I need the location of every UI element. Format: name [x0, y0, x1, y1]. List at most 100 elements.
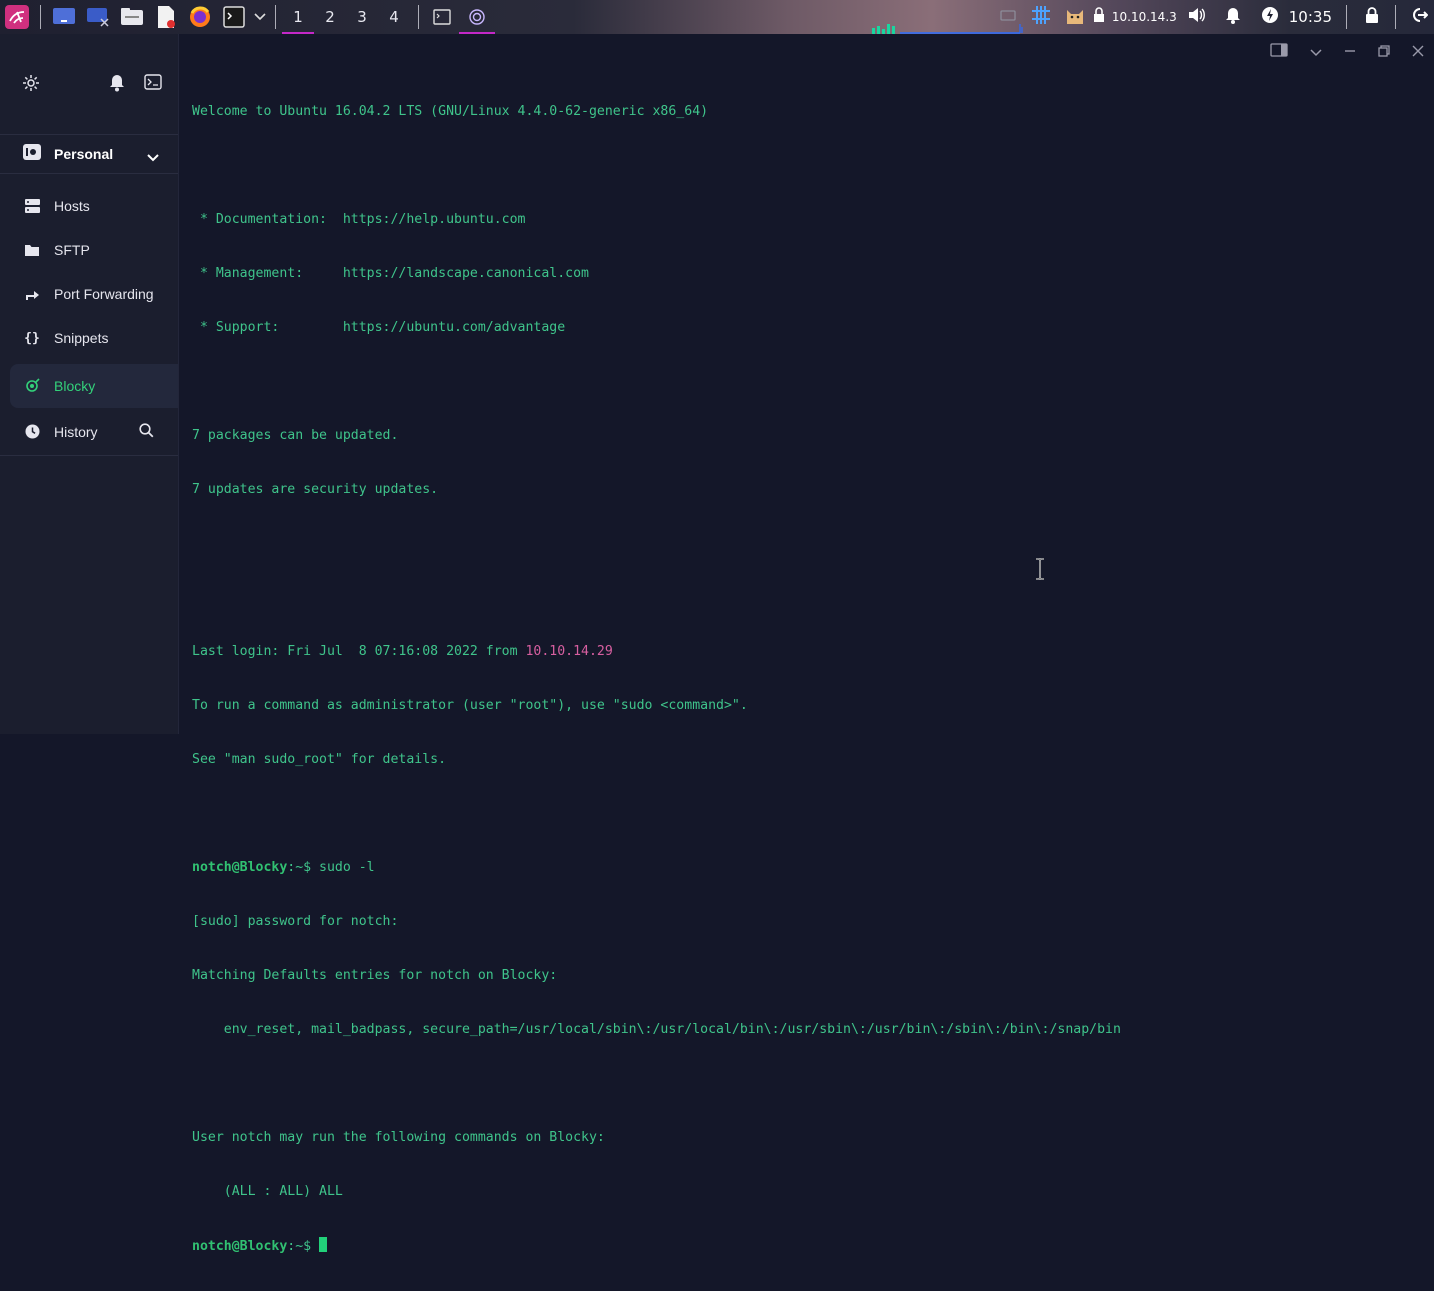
- volume-icon[interactable]: [1187, 7, 1205, 27]
- sidebar-item-hosts[interactable]: Hosts: [0, 184, 178, 228]
- sidebar-item-label: Snippets: [54, 330, 109, 346]
- panel-separator: [275, 5, 276, 29]
- termius-task-icon: [469, 9, 485, 25]
- sidebar-item-label: History: [54, 423, 98, 440]
- logout-icon[interactable]: [1410, 7, 1429, 27]
- terminal-line: User notch may run the following command…: [192, 1130, 605, 1145]
- workspace-4[interactable]: 4: [378, 0, 410, 34]
- vault-label: Personal: [54, 146, 114, 162]
- chevron-down-icon[interactable]: [1310, 42, 1322, 61]
- kali-menu-icon[interactable]: [4, 4, 30, 30]
- terminal-line: To run a command as administrator (user …: [192, 698, 748, 713]
- prompt-user-host: notch@Blocky: [192, 1239, 288, 1254]
- terminal-output[interactable]: Welcome to Ubuntu 16.04.2 LTS (GNU/Linux…: [192, 67, 1121, 1291]
- terminal-icon[interactable]: [144, 74, 162, 94]
- panel-separator: [1395, 5, 1396, 29]
- minimize-icon[interactable]: [1344, 42, 1356, 61]
- prompt-user-host: notch@Blocky: [192, 860, 288, 875]
- current-prompt-line[interactable]: notch@Blocky:~$: [192, 1237, 1121, 1255]
- terminal-line: * Management: https://landscape.canonica…: [192, 266, 589, 281]
- restore-icon[interactable]: [1378, 42, 1390, 61]
- hashtag-icon[interactable]: [1030, 4, 1052, 30]
- command-line: notch@Blocky:~$ sudo -l: [192, 859, 1121, 877]
- sidebar-item-sftp[interactable]: SFTP: [0, 228, 178, 272]
- gear-icon[interactable]: [22, 74, 40, 96]
- last-login-ip: 10.10.14.29: [525, 644, 613, 659]
- sidebar-item-label: Blocky: [54, 378, 96, 394]
- last-login-line: Last login: Fri Jul 8 07:16:08 2022 from…: [192, 643, 1121, 661]
- bell-icon[interactable]: [1225, 7, 1241, 28]
- split-view-icon[interactable]: [1270, 42, 1288, 61]
- system-tray: 10.10.14.3 10:35: [1000, 0, 1434, 34]
- workspace-3[interactable]: 3: [346, 0, 378, 34]
- port-forward-icon: [24, 286, 40, 302]
- sidebar-item-port-forwarding[interactable]: Port Forwarding: [0, 272, 178, 316]
- terminal-line: See "man sudo_root" for details.: [192, 752, 447, 767]
- lock-icon[interactable]: [1365, 6, 1379, 28]
- terminal-icon[interactable]: [221, 4, 247, 30]
- close-icon[interactable]: [1412, 42, 1424, 61]
- terminal-line: Welcome to Ubuntu 16.04.2 LTS (GNU/Linux…: [192, 104, 709, 119]
- desktop-icon[interactable]: [51, 4, 77, 30]
- clock[interactable]: 10:35: [1289, 8, 1332, 26]
- chevron-down-icon[interactable]: [146, 148, 160, 167]
- bell-icon[interactable]: [109, 74, 125, 96]
- vm-icon[interactable]: [85, 4, 111, 30]
- mouse-ibeam-cursor-icon: [1035, 558, 1045, 584]
- terminal-line: [sudo] password for notch:: [192, 914, 399, 929]
- sidebar-header: [0, 34, 178, 134]
- power-icon[interactable]: [1261, 6, 1279, 28]
- sidebar-item-snippets[interactable]: {} Snippets: [0, 316, 178, 360]
- firefox-icon[interactable]: [187, 4, 213, 30]
- sidebar-item-label: SFTP: [54, 242, 90, 258]
- sidebar-item-blocky[interactable]: Blocky: [10, 364, 178, 408]
- terminal-pane[interactable]: Welcome to Ubuntu 16.04.2 LTS (GNU/Linux…: [180, 34, 1434, 1254]
- terminal-line: 7 packages can be updated.: [192, 428, 399, 443]
- folder-icon: [24, 242, 40, 258]
- terminal-line: env_reset, mail_badpass, secure_path=/us…: [192, 1022, 1121, 1037]
- history-icon: [24, 424, 40, 440]
- window-termius-task[interactable]: [459, 0, 495, 34]
- vault-selector[interactable]: Personal: [0, 134, 178, 174]
- vpn-lock-icon[interactable]: [1092, 7, 1106, 27]
- panel-separator: [40, 5, 41, 29]
- workspace-2[interactable]: 2: [314, 0, 346, 34]
- terminal-cursor: [319, 1237, 328, 1252]
- sidebar-item-history[interactable]: History: [0, 408, 178, 456]
- text-editor-icon[interactable]: [153, 4, 179, 30]
- hosts-icon: [24, 198, 40, 214]
- display-icon[interactable]: [1000, 8, 1016, 27]
- cat-icon[interactable]: [1064, 4, 1086, 30]
- workspace-1[interactable]: 1: [282, 0, 314, 34]
- host-session-icon: [24, 378, 40, 394]
- vault-icon: [22, 143, 42, 165]
- ip-address: 10.10.14.3: [1111, 10, 1177, 24]
- panel-separator: [418, 5, 419, 29]
- sidebar-item-label: Port Forwarding: [54, 286, 154, 302]
- chevron-down-icon[interactable]: [253, 4, 267, 30]
- snippets-icon: {}: [24, 330, 40, 346]
- sidebar-item-label: Hosts: [54, 198, 90, 214]
- prompt-suffix: :~$: [287, 860, 320, 875]
- top-panel: 1 2 3 4 10.10.14.3 10:35: [0, 0, 1434, 34]
- last-login-text: Last login: Fri Jul 8 07:16:08 2022 from: [192, 644, 526, 659]
- panel-separator: [1346, 5, 1347, 29]
- terminal-line: (ALL : ALL) ALL: [192, 1184, 343, 1199]
- terminal-line: * Support: https://ubuntu.com/advantage: [192, 320, 566, 335]
- window-controls: [1270, 42, 1424, 61]
- terminal-line: 7 updates are security updates.: [192, 482, 439, 497]
- window-terminal-icon[interactable]: [429, 4, 455, 30]
- terminal-line: Matching Defaults entries for notch on B…: [192, 968, 558, 983]
- command-text: sudo -l: [319, 860, 375, 875]
- prompt-suffix: :~$: [287, 1239, 320, 1254]
- sidebar: Personal Hosts SFTP Port Forwarding {} S…: [0, 34, 179, 734]
- file-manager-icon[interactable]: [119, 4, 145, 30]
- terminal-line: * Documentation: https://help.ubuntu.com: [192, 212, 526, 227]
- search-icon[interactable]: [139, 423, 154, 441]
